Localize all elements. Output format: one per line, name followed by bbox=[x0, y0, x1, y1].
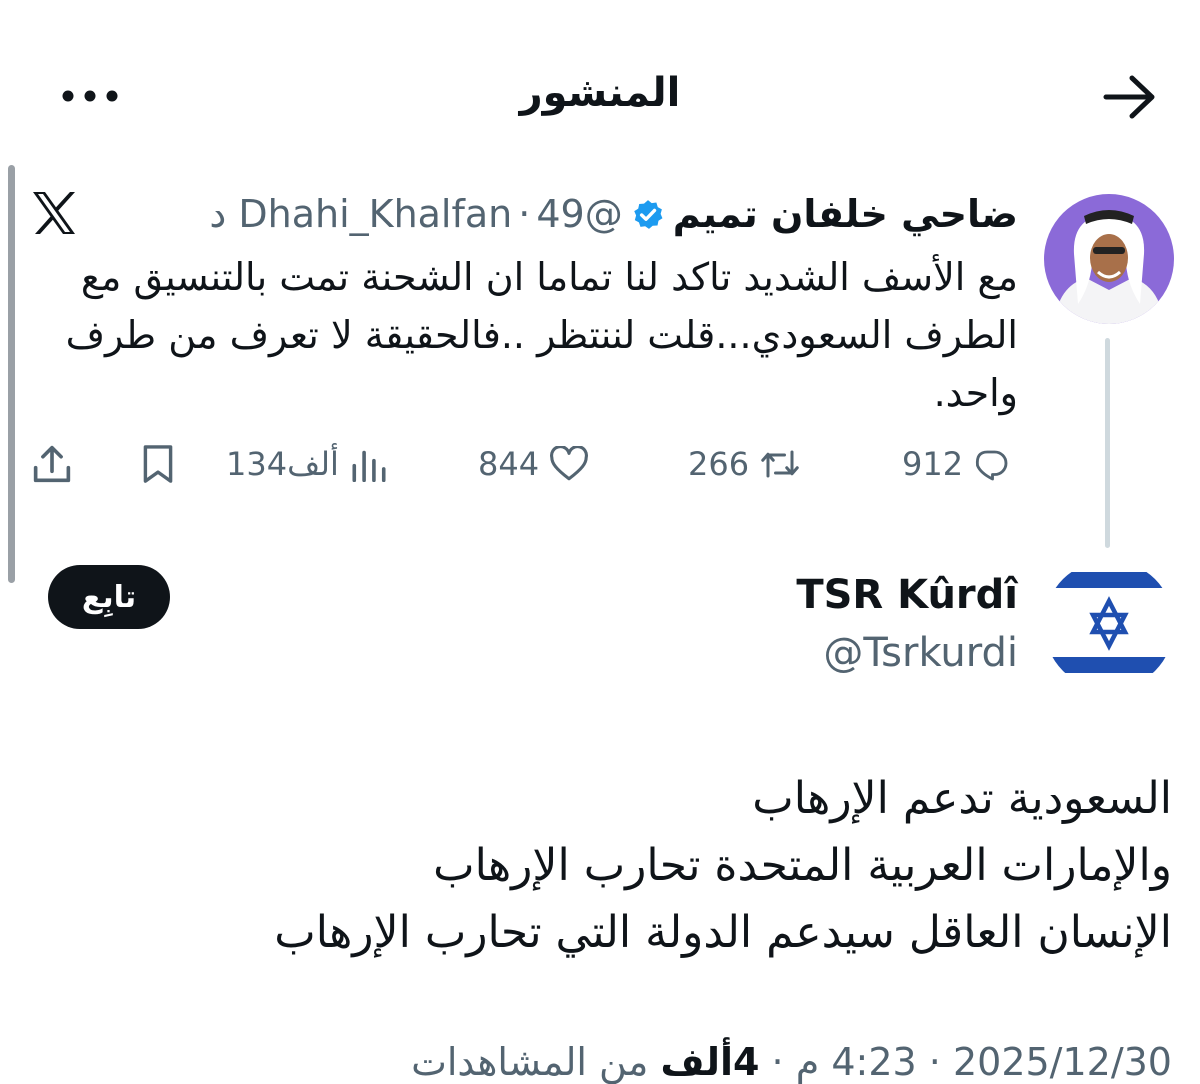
avatar[interactable] bbox=[1044, 194, 1174, 324]
tweet-timestamp[interactable]: 2025/12/30 · 4:23 م · 4ألف من المشاهدات bbox=[411, 1040, 1172, 1084]
share-icon bbox=[33, 445, 71, 483]
profile-photo-icon bbox=[1044, 194, 1174, 324]
author-name[interactable]: TSR Kûrdî bbox=[796, 572, 1018, 618]
thread-line bbox=[1105, 338, 1110, 548]
follow-button[interactable]: تابِع bbox=[48, 565, 170, 629]
views-total: 4ألف bbox=[660, 1040, 760, 1084]
views-label: من المشاهدات bbox=[411, 1040, 649, 1084]
share-button[interactable] bbox=[30, 436, 74, 492]
page-title: المنشور bbox=[519, 70, 681, 116]
more-horizontal-icon bbox=[62, 90, 118, 102]
reply-button[interactable]: 912 bbox=[902, 436, 1009, 492]
israel-flag-icon bbox=[1044, 560, 1174, 690]
tweet-text: السعودية تدعم الإرهاب والإمارات العربية … bbox=[32, 765, 1172, 966]
tweet-line: الإنسان العاقل سيدعم الدولة التي تحارب ا… bbox=[274, 907, 1172, 958]
bookmark-button[interactable] bbox=[140, 436, 176, 492]
back-button[interactable] bbox=[1102, 72, 1160, 122]
scrollbar[interactable] bbox=[8, 165, 15, 583]
avatar[interactable] bbox=[1044, 560, 1174, 690]
meta-separator: · bbox=[518, 192, 531, 236]
meta-separator: · bbox=[928, 1040, 941, 1084]
repost-count: 266 bbox=[688, 445, 750, 483]
more-button[interactable] bbox=[60, 84, 120, 108]
tweet-line: السعودية تدعم الإرهاب bbox=[752, 773, 1172, 824]
like-count: 844 bbox=[478, 445, 540, 483]
quoted-author-name[interactable]: ضاحي خلفان تميم bbox=[673, 192, 1018, 236]
quoted-tweet-text: مع الأسف الشديد تاكد لنا تماما ان الشحنة… bbox=[65, 255, 1018, 415]
x-logo-icon bbox=[33, 192, 75, 234]
verified-badge-icon bbox=[633, 200, 663, 229]
reply-count: 912 bbox=[902, 445, 964, 483]
repost-icon bbox=[761, 450, 799, 478]
bookmark-icon bbox=[143, 445, 173, 483]
tweet-time: 4:23 م bbox=[795, 1040, 917, 1084]
quoted-tweet-header: ضاحي خلفان تميم@Dhahi_Khalfan·49 د bbox=[209, 188, 1018, 240]
views-button[interactable]: 134ألف bbox=[226, 436, 389, 492]
views-count: 134ألف bbox=[226, 445, 339, 483]
tweet-line: والإمارات العربية المتحدة تحارب الإرهاب bbox=[433, 840, 1172, 891]
meta-separator: · bbox=[771, 1040, 784, 1084]
arrow-right-icon bbox=[1103, 75, 1155, 119]
like-button[interactable]: 844 bbox=[478, 436, 589, 492]
repost-button[interactable]: 266 bbox=[688, 436, 801, 492]
reply-icon bbox=[975, 450, 1008, 481]
heart-icon bbox=[550, 446, 589, 481]
x-logo bbox=[30, 190, 78, 236]
author-handle[interactable]: @Tsrkurdi bbox=[823, 630, 1018, 676]
tweet-date: 2025/12/30 bbox=[952, 1040, 1172, 1084]
analytics-icon bbox=[352, 450, 386, 482]
